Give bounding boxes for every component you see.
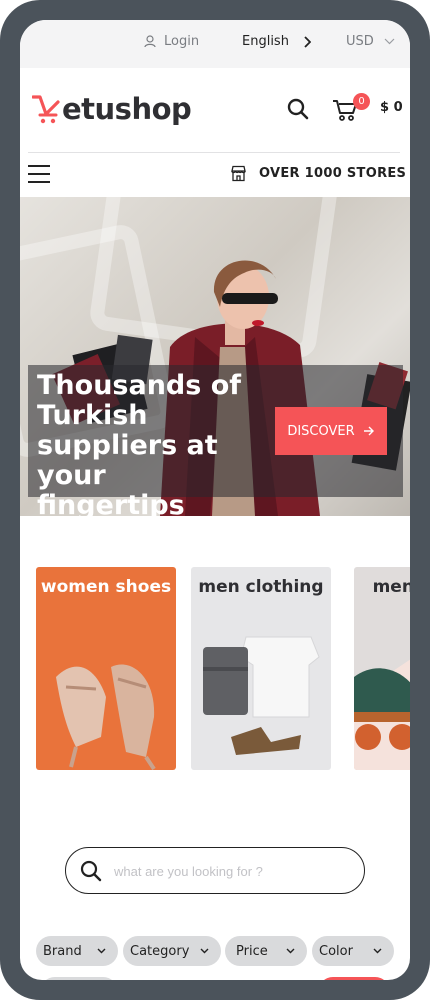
hero-banner: Thousands of Turkish suppliers at your f… bbox=[20, 197, 410, 516]
category-card[interactable]: women shoes bbox=[36, 567, 176, 770]
filter-price[interactable]: Price bbox=[225, 936, 307, 966]
device-frame: Login English USD etushop 0 $ 0 OVER 100… bbox=[0, 0, 430, 1000]
user-icon bbox=[144, 35, 156, 48]
discover-button[interactable]: DISCOVER bbox=[275, 407, 387, 455]
category-carousel: women shoes men clothing men bbox=[36, 567, 410, 771]
stores-label: OVER 1000 STORES bbox=[259, 166, 407, 181]
logo-cart-icon bbox=[32, 95, 60, 124]
women-shoes-image bbox=[56, 664, 156, 770]
filter-label: Color bbox=[319, 943, 353, 959]
search-bar[interactable] bbox=[65, 847, 365, 895]
app-screen: Login English USD etushop 0 $ 0 OVER 100… bbox=[20, 20, 410, 980]
chevron-down-icon bbox=[373, 948, 382, 954]
cart-button[interactable]: 0 bbox=[332, 93, 370, 126]
chevron-right-icon bbox=[304, 35, 311, 48]
filter-bar: Brand Category Price Color bbox=[36, 936, 410, 980]
filter-brand[interactable]: Brand bbox=[36, 936, 118, 966]
filter-label: Brand bbox=[43, 943, 82, 959]
filter-color[interactable]: Color bbox=[312, 936, 394, 966]
filter-chip-partial[interactable] bbox=[318, 977, 390, 980]
hero-title: Thousands of Turkish suppliers at your f… bbox=[37, 370, 242, 517]
arrow-right-icon bbox=[363, 426, 374, 436]
header-search-button[interactable] bbox=[287, 98, 309, 124]
logo-text: etushop bbox=[62, 92, 192, 126]
chevron-down-icon bbox=[286, 948, 295, 954]
site-header: etushop 0 $ 0 bbox=[20, 68, 410, 152]
currency-label: USD bbox=[346, 34, 374, 49]
top-bar: Login English USD bbox=[20, 20, 410, 68]
search-input[interactable] bbox=[112, 848, 356, 895]
men-clothing-image bbox=[203, 636, 320, 755]
category-label: men clothing bbox=[198, 577, 324, 597]
language-label: English bbox=[242, 34, 289, 49]
language-selector[interactable]: English bbox=[242, 34, 311, 49]
discover-label: DISCOVER bbox=[287, 423, 355, 439]
cart-total: $ 0 bbox=[380, 100, 403, 115]
currency-selector[interactable]: USD bbox=[346, 34, 395, 49]
cart-count-badge: 0 bbox=[353, 93, 370, 110]
category-label: men shoes bbox=[372, 577, 410, 597]
search-icon bbox=[80, 860, 102, 882]
login-label: Login bbox=[164, 34, 200, 49]
category-card[interactable]: men clothing bbox=[191, 567, 331, 770]
chevron-down-icon bbox=[97, 948, 106, 954]
category-label: women shoes bbox=[40, 577, 172, 597]
search-icon bbox=[287, 98, 309, 120]
stores-link[interactable]: OVER 1000 STORES bbox=[230, 165, 406, 182]
filter-label: Price bbox=[236, 943, 268, 959]
store-icon bbox=[231, 165, 246, 182]
chevron-down-icon bbox=[384, 38, 395, 45]
menu-icon[interactable] bbox=[28, 165, 50, 183]
men-shoes-image bbox=[354, 659, 410, 770]
filter-category[interactable]: Category bbox=[123, 936, 221, 966]
login-link[interactable]: Login bbox=[144, 34, 199, 49]
category-card[interactable]: men shoes bbox=[354, 567, 410, 770]
nav-row: OVER 1000 STORES bbox=[20, 153, 410, 197]
chevron-down-icon bbox=[200, 948, 209, 954]
filter-label: Category bbox=[130, 943, 190, 959]
filter-chip-partial[interactable] bbox=[40, 977, 118, 980]
site-logo[interactable]: etushop bbox=[32, 92, 192, 126]
